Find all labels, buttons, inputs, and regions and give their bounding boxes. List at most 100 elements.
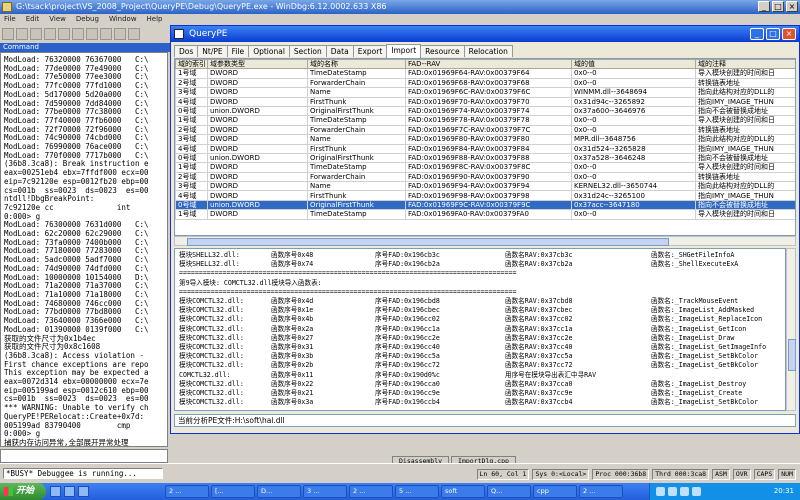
table-row[interactable]: 1号域 DWORD TimeDateStamp FAD:0x01969F78-RAV:… xyxy=(175,115,795,126)
table-cell: 4号域 xyxy=(175,96,208,107)
column-header[interactable]: 域的索引 xyxy=(175,59,208,70)
tab-relocation[interactable]: Relocation xyxy=(463,45,513,57)
tab-optional[interactable]: Optional xyxy=(248,45,290,57)
table-cell: FAD:0x01969F80-RAV:0x00379F80 xyxy=(405,134,572,145)
info-cell: 函数名:_ImageList_ReplaceIcon xyxy=(651,315,763,324)
taskbar-button[interactable]: 5 ... xyxy=(395,485,439,498)
tab-file[interactable]: File xyxy=(226,45,250,57)
taskbar-button[interactable]: D... xyxy=(257,485,301,498)
table-cell: 0x0--0 xyxy=(571,162,696,173)
menu-item-window[interactable]: Window xyxy=(109,14,137,25)
taskbar-button[interactable]: 2 ... xyxy=(349,485,393,498)
menu-item-edit[interactable]: Edit xyxy=(26,14,40,25)
info-cell: 函数名:_ImageList_GetImageInfo xyxy=(651,343,767,351)
tray-ime-icon[interactable] xyxy=(692,487,701,496)
table-row[interactable]: 0号域 union.DWORD OriginalFirstThunk FAD:0x01… xyxy=(175,199,795,211)
taskbar-button[interactable]: 2 ... xyxy=(165,485,209,498)
browser-icon[interactable] xyxy=(64,486,75,497)
close-button[interactable]: × xyxy=(786,1,798,12)
taskbar-button[interactable]: cpp xyxy=(533,485,577,498)
info-cell: 模块COMCTL32.dll: xyxy=(179,306,244,315)
querype-close-button[interactable]: × xyxy=(782,28,796,40)
tab-dos[interactable]: Dos xyxy=(174,45,199,57)
taskbar-button[interactable]: Q... xyxy=(487,485,531,498)
taskbar-button[interactable]: 3 ... xyxy=(303,485,347,498)
column-header[interactable]: 域参数类型 xyxy=(207,59,308,70)
toolbar-step-out-icon[interactable] xyxy=(128,27,140,40)
tab-section[interactable]: Section xyxy=(288,45,327,57)
info-cell: 模块COMCTL32.dll: xyxy=(179,361,244,370)
toolbar-stop-icon[interactable] xyxy=(86,27,98,40)
scroll-thumb[interactable] xyxy=(788,339,796,371)
column-header[interactable]: 域的注释 xyxy=(695,59,795,70)
menu-item-help[interactable]: Help xyxy=(147,14,163,25)
toolbar-copy-icon[interactable] xyxy=(30,27,42,40)
windbg-app-icon xyxy=(2,2,12,12)
taskbar-button[interactable]: 2 ... xyxy=(579,485,623,498)
grid-horizontal-scrollbar[interactable] xyxy=(174,236,796,246)
column-header[interactable]: FAD--RAV xyxy=(405,59,572,70)
column-header[interactable]: 域的值 xyxy=(571,59,696,70)
table-cell: 转换链表地址 xyxy=(695,124,795,136)
menu-item-file[interactable]: File xyxy=(4,14,16,25)
show-desktop-icon[interactable] xyxy=(50,486,61,497)
table-row[interactable]: 1号域 DWORD TimeDateStamp FAD:0x01969F64-RAV:… xyxy=(175,68,795,79)
tab-import[interactable]: Import xyxy=(386,44,422,58)
tab-export[interactable]: Export xyxy=(352,45,388,57)
table-row[interactable]: 1号域 DWORD TimeDateStamp FAD:0x01969F8C-RAV:… xyxy=(175,162,795,173)
table-cell: FirstThunk xyxy=(307,96,406,107)
table-row[interactable]: 2号域 DWORD ForwarderChain FAD:0x01969F68-RAV… xyxy=(175,77,795,89)
table-row[interactable]: 4号域 DWORD FirstThunk FAD:0x01969F98-RAV:0x0… xyxy=(175,190,795,201)
command-input[interactable] xyxy=(0,449,168,463)
info-cell: 序号FAD:0x196cbec xyxy=(375,306,440,315)
tab-data[interactable]: Data xyxy=(325,45,354,57)
toolbar-open-icon[interactable] xyxy=(2,27,14,40)
taskbar-button[interactable]: soft xyxy=(441,485,485,498)
table-cell: 1号域 xyxy=(175,68,208,79)
media-icon[interactable] xyxy=(78,486,89,497)
taskbar-button[interactable]: [... xyxy=(211,485,255,498)
table-row[interactable]: 3号域 DWORD Name FAD:0x01969F6C-RAV:0x00379F6… xyxy=(175,87,795,98)
start-button[interactable]: 开始 xyxy=(0,483,46,500)
toolbar-go-icon[interactable] xyxy=(58,27,70,40)
table-row[interactable]: 4号域 DWORD FirstThunk FAD:0x01969F84-RAV:0x0… xyxy=(175,143,795,154)
menu-item-debug[interactable]: Debug xyxy=(76,14,99,25)
querype-maximize-button[interactable]: □ xyxy=(766,28,780,40)
table-row[interactable]: 2号域 DWORD ForwarderChain FAD:0x01969F90-RAV… xyxy=(175,171,795,183)
tab-nt-pe[interactable]: Nt/PE xyxy=(197,45,228,57)
info-cell: 序号FAD:0x196cc2e xyxy=(375,333,440,342)
toolbar-step-icon[interactable] xyxy=(100,27,112,40)
tray-antivirus-icon[interactable] xyxy=(680,487,689,496)
table-row[interactable]: 3号域 DWORD Name FAD:0x01969F80-RAV:0x00379F8… xyxy=(175,134,795,145)
querype-minimize-button[interactable]: _ xyxy=(750,28,764,40)
table-cell: FAD:0x01969F8C-RAV:0x00379F8C xyxy=(405,162,572,173)
table-cell: FAD:0x01969F70-RAV:0x00379F70 xyxy=(405,96,572,107)
table-row[interactable]: 2号域 DWORD ForwarderChain FAD:0x01969F7C-RAV… xyxy=(175,124,795,136)
table-row[interactable]: 0号域 union.DWORD OriginalFirstThunk FAD:0x01… xyxy=(175,152,795,164)
import-info-text[interactable]: 模块SHELL32.dll: 函数序号0x48 序号FAD:0x196cb3c 函数名… xyxy=(174,248,786,411)
table-cell: ForwarderChain xyxy=(307,171,406,183)
import-field-table: 域的索引 域参数类型 域的名称 FAD--RAV 域的值 域的注释 1号域 DWORD Tim… xyxy=(175,59,795,220)
column-header[interactable]: 域的名称 xyxy=(307,59,406,70)
command-output-pane[interactable]: ModLoad: 76320000 76367000 C:\ ModLoad: 7… xyxy=(0,52,168,447)
table-row[interactable]: 0号域 union.DWORD OriginalFirstThunk FAD:0x01… xyxy=(175,105,795,117)
table-row[interactable]: 4号域 DWORD FirstThunk FAD:0x01969F70-RAV:0x0… xyxy=(175,96,795,107)
tray-volume-icon[interactable] xyxy=(668,487,677,496)
import-field-grid[interactable]: 域的索引 域参数类型 域的名称 FAD--RAV 域的值 域的注释 1号域 DWORD Tim… xyxy=(174,58,796,236)
table-row[interactable]: 1号域 DWORD TimeDateStamp FAD:0x01969FA0-RAV:… xyxy=(175,209,795,220)
toolbar-step-over-icon[interactable] xyxy=(114,27,126,40)
minimize-button[interactable]: _ xyxy=(758,1,770,12)
table-row[interactable]: 3号域 DWORD Name FAD:0x01969F94-RAV:0x00379F9… xyxy=(175,181,795,192)
menu-item-view[interactable]: View xyxy=(49,14,66,25)
toolbar-paste-icon[interactable] xyxy=(44,27,56,40)
table-cell: 0x31d524--3265828 xyxy=(571,143,696,154)
toolbar-break-icon[interactable] xyxy=(72,27,84,40)
table-cell: DWORD xyxy=(207,143,308,154)
tab-resource[interactable]: Resource xyxy=(420,45,465,57)
querype-title-bar: QueryPE _ □ × xyxy=(171,26,799,42)
info-vertical-scrollbar[interactable] xyxy=(786,248,796,411)
tray-network-icon[interactable] xyxy=(656,487,665,496)
scroll-thumb[interactable] xyxy=(187,238,669,246)
maximize-button[interactable]: □ xyxy=(772,1,784,12)
toolbar-cut-icon[interactable] xyxy=(16,27,28,40)
